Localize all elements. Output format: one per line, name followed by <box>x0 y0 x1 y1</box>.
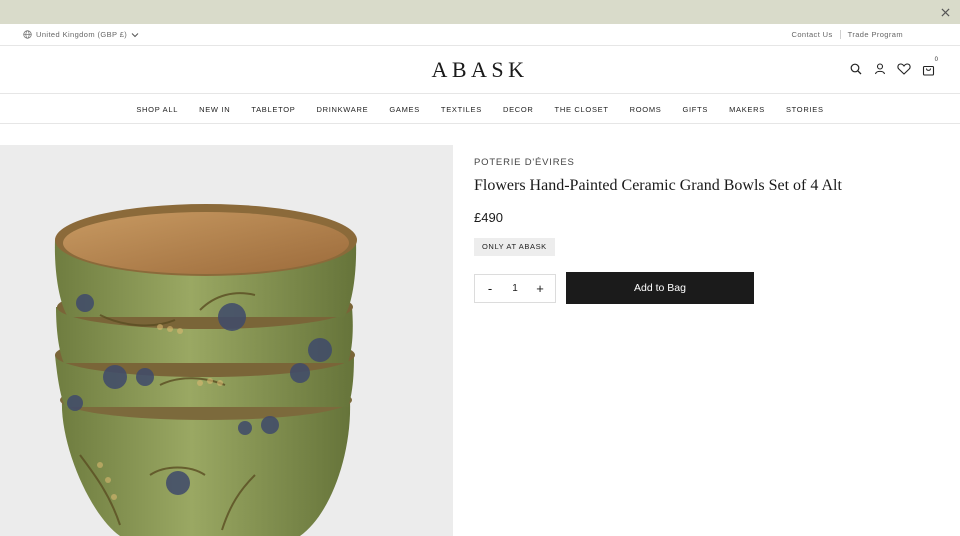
nav-item-games[interactable]: GAMES <box>379 105 431 114</box>
contact-us-link[interactable]: Contact Us <box>792 30 833 39</box>
nav-item-shop-all[interactable]: SHOP ALL <box>126 105 189 114</box>
nav-item-the-closet[interactable]: THE CLOSET <box>544 105 619 114</box>
site-header: ABASK 0 <box>0 46 960 94</box>
main-nav: SHOP ALL NEW IN TABLETOP DRINKWARE GAMES… <box>0 95 960 124</box>
nav-item-stories[interactable]: STORIES <box>775 105 834 114</box>
nav-item-makers[interactable]: MAKERS <box>719 105 776 114</box>
nav-item-rooms[interactable]: ROOMS <box>619 105 672 114</box>
quantity-stepper: - 1 + <box>474 274 556 303</box>
quantity-value[interactable]: 1 <box>512 283 518 294</box>
close-icon[interactable] <box>936 3 954 21</box>
search-icon[interactable] <box>849 61 863 77</box>
promo-bar <box>0 0 960 24</box>
bag-count: 0 <box>934 57 938 63</box>
logo[interactable]: ABASK <box>0 57 960 83</box>
nav-item-drinkware[interactable]: DRINKWARE <box>306 105 379 114</box>
locale-selector[interactable]: United Kingdom (GBP £) <box>23 30 139 39</box>
bag-icon[interactable]: 0 <box>921 57 938 77</box>
utility-bar: United Kingdom (GBP £) Contact Us Trade … <box>0 24 960 46</box>
product-title: Flowers Hand-Painted Ceramic Grand Bowls… <box>474 177 842 194</box>
nav-item-decor[interactable]: DECOR <box>492 105 544 114</box>
heart-icon[interactable] <box>897 61 911 77</box>
trade-program-link[interactable]: Trade Program <box>848 30 903 39</box>
chevron-down-icon <box>131 32 139 37</box>
quantity-increase-button[interactable]: + <box>533 281 547 296</box>
nav-item-new-in[interactable]: NEW IN <box>189 105 241 114</box>
divider <box>839 30 841 39</box>
nav-item-gifts[interactable]: GIFTS <box>672 105 719 114</box>
add-to-bag-button[interactable]: Add to Bag <box>566 272 754 304</box>
nav-item-textiles[interactable]: TEXTILES <box>430 105 492 114</box>
quantity-decrease-button[interactable]: - <box>483 281 497 296</box>
locale-label: United Kingdom (GBP £) <box>36 30 128 39</box>
exclusive-badge: ONLY AT ABASK <box>474 238 555 256</box>
nav-item-tabletop[interactable]: TABLETOP <box>241 105 306 114</box>
globe-icon <box>23 30 32 39</box>
product-brand[interactable]: POTERIE D'ÉVIRES <box>474 157 575 168</box>
product-image[interactable] <box>0 145 453 536</box>
product-price: £490 <box>474 210 503 225</box>
account-icon[interactable] <box>873 61 887 77</box>
